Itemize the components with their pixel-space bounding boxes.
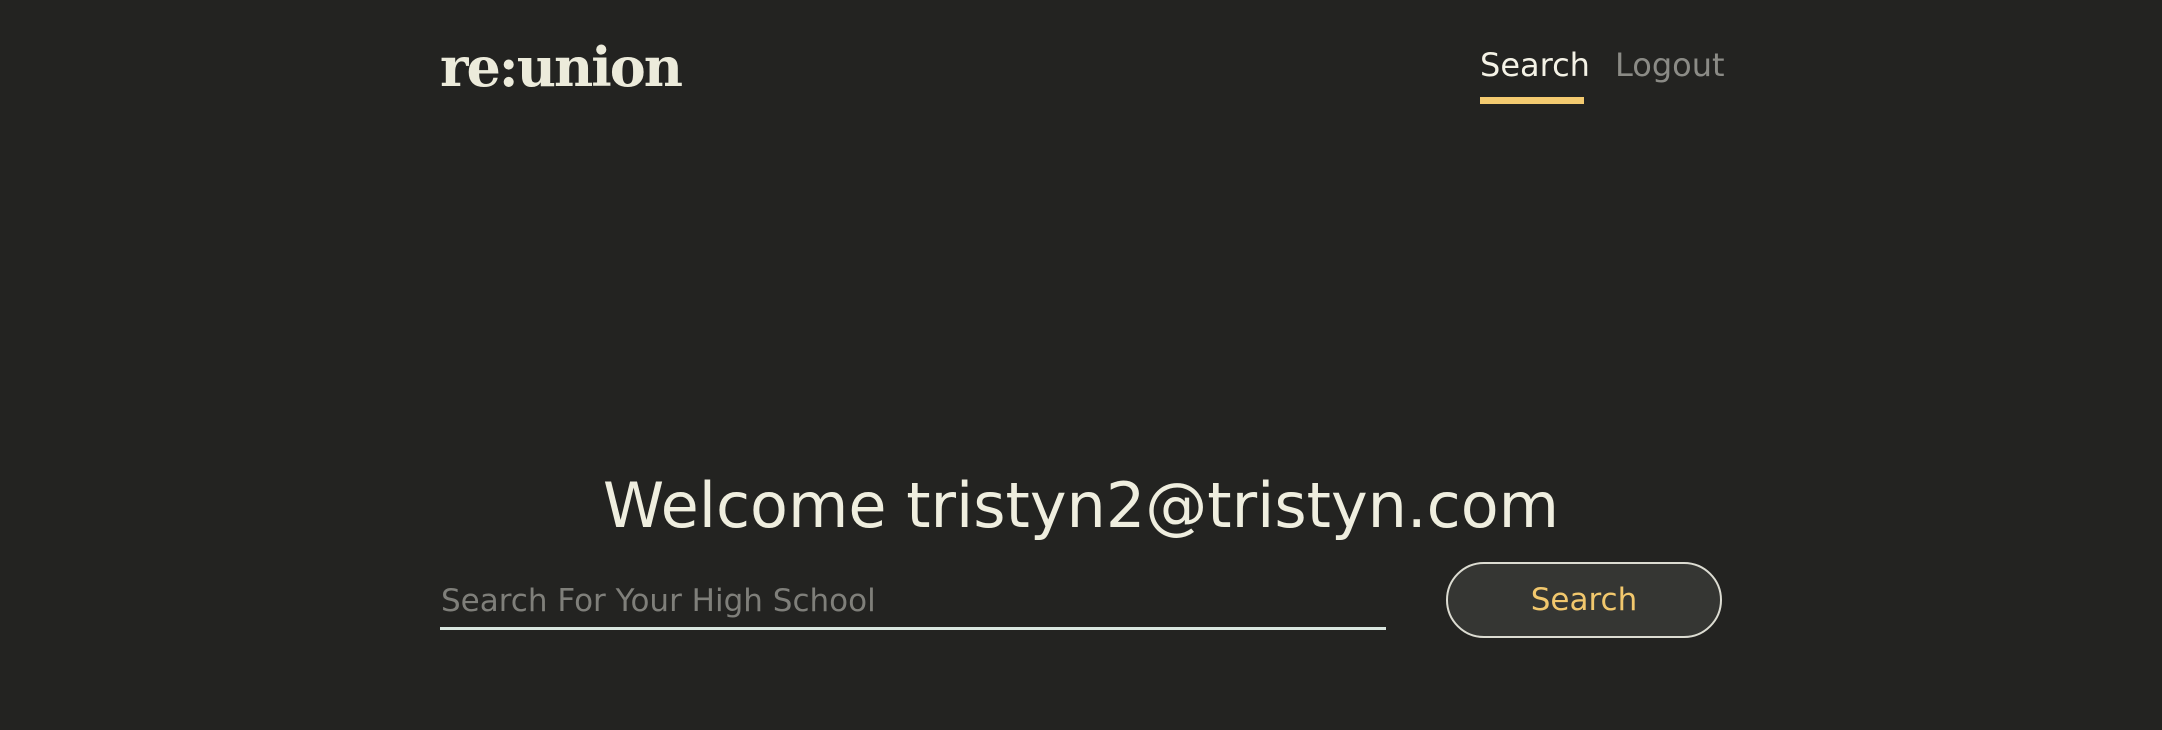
high-school-search-input[interactable] [440, 574, 1386, 630]
nav-logout-label: Logout [1615, 46, 1725, 84]
search-button[interactable]: Search [1446, 562, 1722, 638]
active-nav-indicator [1480, 97, 1584, 104]
nav-logout-link[interactable]: Logout [1615, 42, 1725, 108]
welcome-heading: Welcome tristyn2@tristyn.com [602, 469, 1560, 542]
nav-search-link[interactable]: Search [1480, 42, 1590, 108]
site-logo[interactable]: re:union [440, 34, 683, 100]
nav-search-label: Search [1480, 46, 1590, 84]
